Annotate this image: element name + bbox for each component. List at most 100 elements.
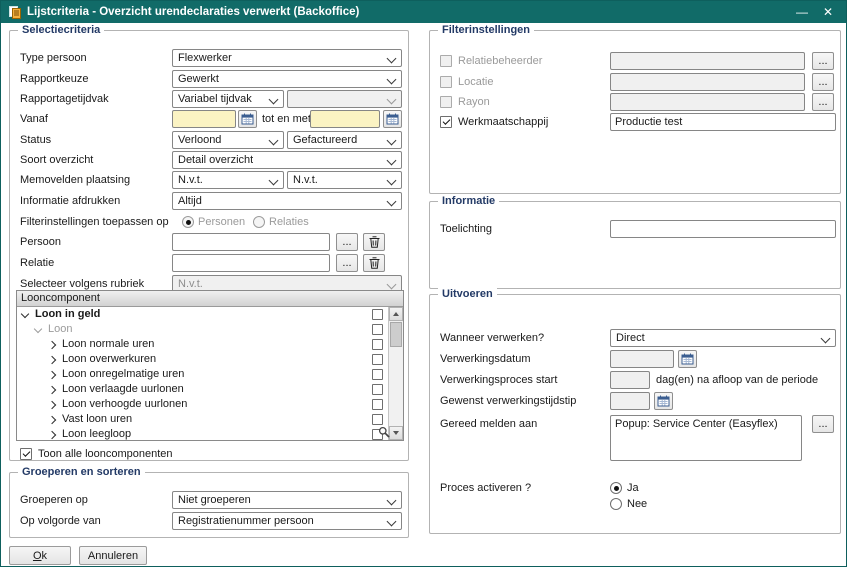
toon-alle-label: Toon alle looncomponenten — [38, 445, 173, 463]
rapportagetijdvak-select[interactable]: Variabel tijdvak — [172, 90, 284, 108]
wanneer-label: Wanneer verwerken? — [440, 329, 544, 347]
tree-row[interactable]: Loon normale uren — [17, 337, 388, 352]
toelichting-input[interactable] — [610, 220, 836, 238]
werkmaatschappij-value: Productie test — [615, 116, 682, 128]
tot-en-met-label: tot en met — [262, 110, 311, 128]
tree-item-checkbox[interactable] — [372, 309, 383, 320]
radio-nee[interactable] — [610, 498, 622, 510]
scroll-up-button[interactable] — [389, 307, 403, 321]
persoon-input[interactable] — [172, 233, 330, 251]
tree-row[interactable]: Loon overwerkuren — [17, 352, 388, 367]
chevron-down-icon — [269, 176, 279, 186]
relatie-clear-button[interactable] — [363, 254, 385, 272]
chevron-down-icon — [269, 136, 279, 146]
informatie-afdrukken-select[interactable]: Altijd — [172, 192, 402, 210]
ok-button[interactable]: Ok — [9, 546, 71, 565]
groeperen-op-label: Groeperen op — [20, 491, 88, 509]
vanaf-calendar-button[interactable] — [238, 110, 257, 128]
tree-header-label: Looncomponent — [21, 292, 100, 304]
rapportkeuze-value: Gewerkt — [178, 73, 219, 85]
memovelden-select-2[interactable]: N.v.t. — [287, 171, 402, 189]
tot-en-met-date-input[interactable] — [310, 110, 380, 128]
relatiebeheerder-input — [610, 52, 805, 70]
chevron-collapsed-icon[interactable] — [48, 430, 56, 438]
chevron-collapsed-icon[interactable] — [48, 385, 56, 393]
tree-scrollbar[interactable] — [388, 307, 403, 440]
informatie-afdrukken-label: Informatie afdrukken — [20, 192, 120, 210]
scrollbar-thumb[interactable] — [390, 322, 402, 347]
chevron-expanded-icon[interactable] — [21, 309, 29, 317]
soort-overzicht-select[interactable]: Detail overzicht — [172, 151, 402, 169]
close-button[interactable]: ✕ — [818, 2, 838, 22]
proces-start-label: Verwerkingsproces start — [440, 371, 557, 389]
scroll-down-button[interactable] — [389, 426, 403, 440]
tree-item-label: Loon normale uren — [62, 337, 154, 352]
verwerkingsdatum-calendar-button[interactable] — [678, 350, 697, 368]
group-title: Selectiecriteria — [18, 24, 104, 37]
rapportkeuze-select[interactable]: Gewerkt — [172, 70, 402, 88]
locatie-browse-button[interactable]: ... — [812, 73, 834, 91]
tree-item-label: Vast loon uren — [62, 412, 132, 427]
tree-item-checkbox[interactable] — [372, 324, 383, 335]
tree-row[interactable]: Loon verlaagde uurlonen — [17, 382, 388, 397]
volgorde-select[interactable]: Registratienummer persoon — [172, 512, 402, 530]
type-persoon-label: Type persoon — [20, 49, 87, 67]
gereed-melden-box[interactable]: Popup: Service Center (Easyflex) — [610, 415, 802, 461]
group-title: Groeperen en sorteren — [18, 466, 145, 479]
tree-item-checkbox[interactable] — [372, 339, 383, 350]
tree-item-checkbox[interactable] — [372, 399, 383, 410]
tree-row[interactable]: Loon verhoogde uurlonen — [17, 397, 388, 412]
persoon-clear-button[interactable] — [363, 233, 385, 251]
type-persoon-select[interactable]: Flexwerker — [172, 49, 402, 67]
toon-alle-checkbox[interactable] — [20, 448, 32, 460]
tree-row[interactable]: Loon in geld — [17, 307, 388, 322]
chevron-collapsed-icon[interactable] — [48, 370, 56, 378]
titlebar: Lijstcriteria - Overzicht urendeclaratie… — [1, 1, 846, 23]
chevron-collapsed-icon[interactable] — [48, 340, 56, 348]
triangle-up-icon — [393, 312, 399, 316]
tijdstip-input — [610, 392, 650, 410]
tree-item-label: Loon — [48, 322, 72, 337]
tree-row[interactable]: Loon leegloop — [17, 427, 388, 440]
minimize-button[interactable]: — — [792, 2, 812, 22]
tree-row[interactable]: Vast loon uren — [17, 412, 388, 427]
ellipsis-icon: ... — [818, 76, 827, 88]
informatie-afdrukken-value: Altijd — [178, 195, 202, 207]
status-select-1[interactable]: Verloond — [172, 131, 284, 149]
radio-ja[interactable] — [610, 482, 622, 494]
tree-row[interactable]: Loon — [17, 322, 388, 337]
tree-item-checkbox[interactable] — [372, 354, 383, 365]
groeperen-op-select[interactable]: Niet groeperen — [172, 491, 402, 509]
vanaf-date-input[interactable] — [172, 110, 236, 128]
annuleren-button[interactable]: Annuleren — [79, 546, 147, 565]
tijdstip-calendar-button[interactable] — [654, 392, 673, 410]
gereed-browse-button[interactable]: ... — [812, 415, 834, 433]
chevron-down-icon — [387, 517, 397, 527]
rayon-browse-button[interactable]: ... — [812, 93, 834, 111]
persoon-browse-button[interactable]: ... — [336, 233, 358, 251]
wanneer-select[interactable]: Direct — [610, 329, 836, 347]
chevron-collapsed-icon[interactable] — [48, 415, 56, 423]
toelichting-label: Toelichting — [440, 220, 492, 238]
tree-item-checkbox[interactable] — [372, 414, 383, 425]
relatie-input[interactable] — [172, 254, 330, 272]
relatiebeheerder-browse-button[interactable]: ... — [812, 52, 834, 70]
tree-item-checkbox[interactable] — [372, 369, 383, 380]
tree-row[interactable]: Loon onregelmatige uren — [17, 367, 388, 382]
activeren-label: Proces activeren ? — [440, 479, 531, 497]
tree-column-header[interactable]: Looncomponent — [17, 291, 403, 307]
tot-en-met-calendar-button[interactable] — [383, 110, 402, 128]
ok-button-label: Ok — [33, 550, 47, 562]
locatie-input — [610, 73, 805, 91]
relatie-browse-button[interactable]: ... — [336, 254, 358, 272]
werkmaatschappij-input[interactable]: Productie test — [610, 113, 836, 131]
group-groeperen: Groeperen en sorteren Groeperen op Niet … — [9, 472, 409, 538]
werkmaatschappij-checkbox[interactable] — [440, 116, 452, 128]
chevron-expanded-icon[interactable] — [34, 324, 42, 332]
memovelden-select-1[interactable]: N.v.t. — [172, 171, 284, 189]
tree-item-checkbox[interactable] — [372, 384, 383, 395]
personen-label: Personen — [198, 213, 245, 231]
chevron-collapsed-icon[interactable] — [48, 355, 56, 363]
chevron-collapsed-icon[interactable] — [48, 400, 56, 408]
status-select-2[interactable]: Gefactureerd — [287, 131, 402, 149]
